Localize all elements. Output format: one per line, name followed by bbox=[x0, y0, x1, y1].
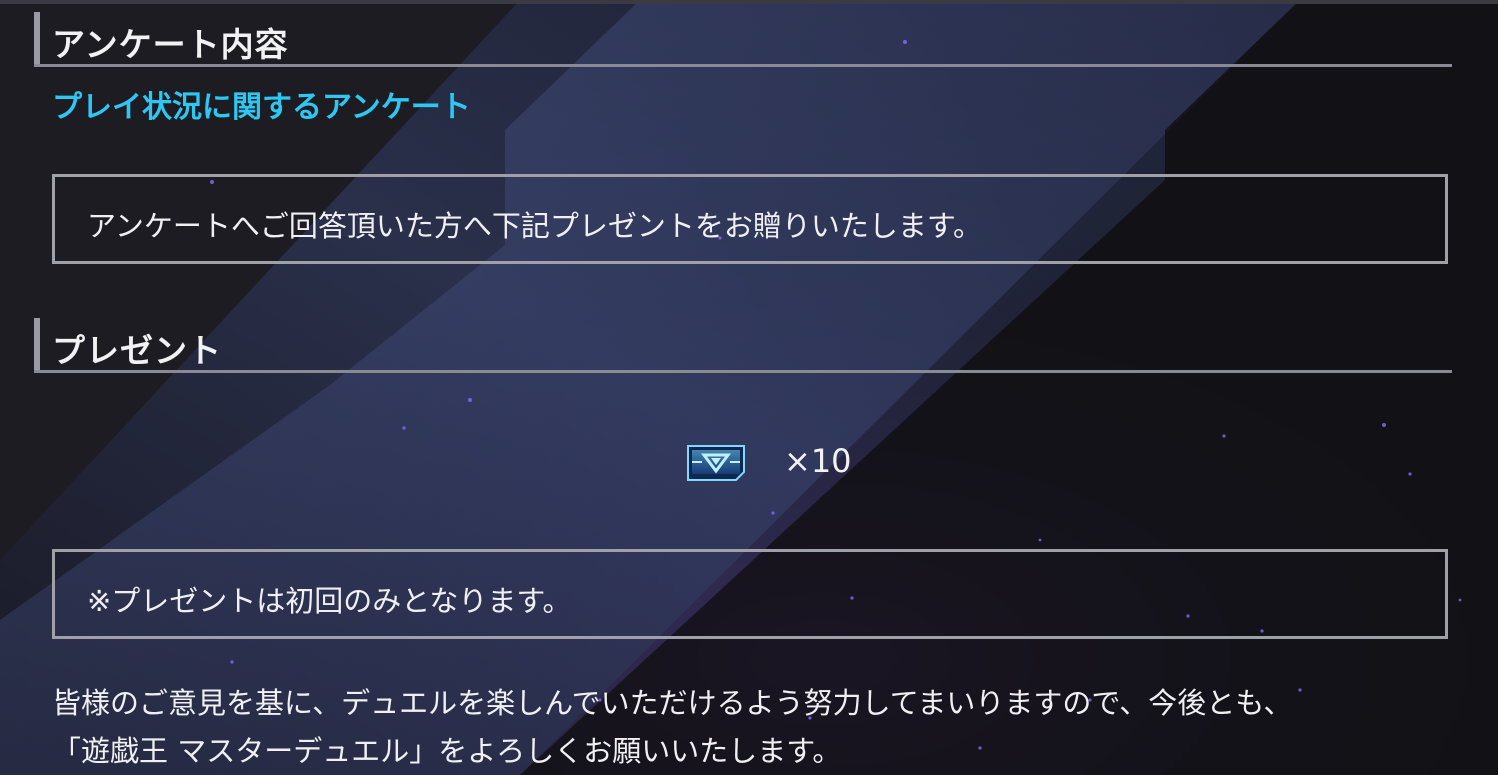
survey-notice-text: アンケートへご回答頂いた方へ下記プレゼントをお贈りいたします。 bbox=[87, 209, 982, 243]
present-note-text: ※プレゼントは初回のみとなります。 bbox=[87, 584, 572, 618]
present-section-header: プレゼント bbox=[34, 314, 1452, 373]
present-item-count: ×10 bbox=[784, 442, 852, 480]
top-divider bbox=[0, 0, 1498, 4]
survey-section-title: アンケート内容 bbox=[52, 25, 289, 64]
footer-message-line-1: 皆様のご意見を基に、デュエルを楽しんでいただけるよう努力してまいりますので、今後… bbox=[52, 686, 1293, 720]
header-accent-bar bbox=[34, 318, 40, 370]
footer-message-line-2: 「遊戯王 マスターデュエル」をよろしくお願いいたします。 bbox=[52, 734, 842, 768]
header-accent-bar bbox=[34, 12, 40, 64]
present-section-title: プレゼント bbox=[52, 331, 222, 370]
survey-notice-box: アンケートへご回答頂いた方へ下記プレゼントをお贈りいたします。 bbox=[52, 174, 1448, 264]
ticket-icon bbox=[687, 445, 745, 481]
survey-link[interactable]: プレイ状況に関するアンケート bbox=[52, 82, 471, 126]
present-note-box: ※プレゼントは初回のみとなります。 bbox=[52, 549, 1448, 639]
survey-screen: アンケート内容 プレイ状況に関するアンケート アンケートへご回答頂いた方へ下記プ… bbox=[0, 0, 1498, 775]
survey-section-header: アンケート内容 bbox=[34, 8, 1452, 67]
